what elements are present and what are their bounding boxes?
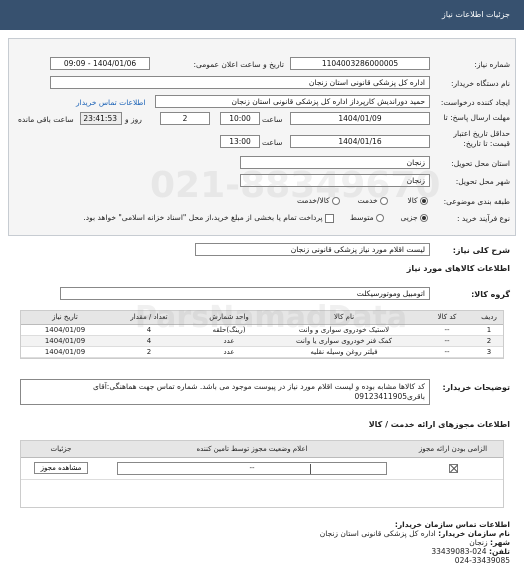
- delivery-city-label: شهر محل تحویل:: [455, 177, 510, 186]
- requester-label: ایجاد کننده درخواست:: [440, 98, 510, 107]
- contact-city-line: شهر: زنجان: [469, 538, 510, 547]
- category-label: طبقه بندی موضوعی:: [443, 197, 510, 206]
- radio-selected-icon: [420, 214, 428, 222]
- contact-phone-line: تلفن: 024-33439083: [431, 547, 510, 556]
- unchecked-box-icon: [448, 463, 458, 473]
- buyer-notes-field: کد کالاها مشابه بوده و لیست اقلام مورد ن…: [20, 379, 430, 405]
- license-status-select[interactable]: --: [117, 461, 387, 475]
- need-number-label: شماره نیاز:: [474, 60, 510, 69]
- table-row: -- مشاهده مجوز: [21, 457, 503, 480]
- remaining-time-label: ساعت باقی مانده: [18, 115, 74, 124]
- table-row: 3 -- فیلتر روغن وسیله نقلیه عدد 2 1404/0…: [21, 346, 503, 358]
- treasury-payment-checkbox[interactable]: پرداخت تمام یا بخشی از مبلغ خرید،از محل …: [83, 213, 334, 223]
- remaining-time-field: 23:41:53: [80, 112, 122, 125]
- price-validity-date-field: 1404/01/16: [290, 135, 430, 148]
- announce-date-field: 1404/01/06 - 09:09: [50, 57, 150, 70]
- page-title: جزئیات اطلاعات نیاز: [441, 10, 510, 19]
- days-label: روز و: [125, 115, 142, 124]
- requester-field: حمید دوراندیش کارپرداز اداره کل پزشکی قا…: [155, 95, 430, 108]
- price-validity-label-1: حداقل تاریخ اعتبار: [453, 129, 510, 138]
- col-license-required: الزامی بودن ارائه مجوز: [403, 441, 503, 458]
- radio-icon: [376, 214, 384, 222]
- watermark-phone: 021-88349670: [150, 165, 441, 206]
- goods-group-label: گروه کالا:: [471, 290, 510, 299]
- select-divider: [310, 463, 311, 474]
- delivery-province-label: استان محل تحویل:: [451, 159, 510, 168]
- checkbox-icon: [325, 213, 334, 223]
- reply-deadline-label: مهلت ارسال پاسخ: تا: [443, 113, 510, 122]
- buyer-notes-label: توضیحات خریدار:: [442, 383, 510, 392]
- buyer-name-label: نام دستگاه خریدار:: [450, 79, 510, 88]
- reply-time-field: 10:00: [220, 112, 260, 125]
- licenses-title: اطلاعات مجوزهای ارائه خدمت / کالا: [368, 420, 510, 429]
- col-license-details: جزئیات: [21, 441, 101, 458]
- announce-date-label: تاریخ و ساعت اعلان عمومی:: [193, 60, 284, 69]
- buyer-contact-link[interactable]: اطلاعات تماس خریدار: [76, 98, 146, 107]
- buyer-name-field: اداره کل پزشکی قانونی استان زنجان: [50, 76, 430, 89]
- process-option-medium[interactable]: متوسط: [350, 213, 384, 222]
- process-type-label: نوع فرآیند خرید :: [456, 214, 510, 223]
- table-row: 2 -- کمک فنر خودروی سواری یا وانت عدد 4 …: [21, 335, 503, 347]
- col-code: کد کالا: [419, 311, 475, 325]
- view-license-button[interactable]: مشاهده مجوز: [33, 462, 89, 474]
- summary-label: شرح کلی نیاز:: [452, 246, 510, 255]
- goods-group-field: اتومبیل وموتورسیکلت: [60, 287, 430, 300]
- contact-title: اطلاعات تماس سازمان خریدار:: [394, 520, 510, 529]
- page-header: جزئیات اطلاعات نیاز: [0, 0, 524, 30]
- goods-section-title: اطلاعات کالاهای مورد نیاز: [406, 264, 510, 273]
- validity-time-field: 13:00: [220, 135, 260, 148]
- validity-time-label: ساعت: [262, 138, 283, 147]
- price-validity-label-2: قیمت: تا تاریخ:: [463, 139, 510, 148]
- need-number-field: 1104003286000005: [290, 57, 430, 70]
- contact-org-line: نام سازمان خریدار: اداره کل پزشکی قانونی…: [319, 529, 510, 538]
- contact-fax-line: 024-33439085: [454, 556, 510, 565]
- days-remaining-field: 2: [160, 112, 210, 125]
- summary-field: لیست اقلام مورد نیاز پزشکی قانونی زنجان: [195, 243, 430, 256]
- col-license-status: اعلام وضعیت مجوز توسط تامین کننده: [101, 441, 403, 458]
- licenses-table: الزامی بودن ارائه مجوز اعلام وضعیت مجوز …: [20, 440, 504, 508]
- process-option-minor[interactable]: جزیی: [400, 213, 428, 222]
- buyer-contact-section: اطلاعات تماس سازمان خریدار: نام سازمان خ…: [320, 520, 510, 565]
- col-row: ردیف: [475, 311, 503, 325]
- col-date: تاریخ نیاز: [21, 311, 109, 325]
- reply-date-field: 1404/01/09: [290, 112, 430, 125]
- watermark-site: ParsNamadData: [135, 300, 408, 335]
- licenses-table-header: الزامی بودن ارائه مجوز اعلام وضعیت مجوز …: [21, 441, 503, 458]
- reply-time-label: ساعت: [262, 115, 283, 124]
